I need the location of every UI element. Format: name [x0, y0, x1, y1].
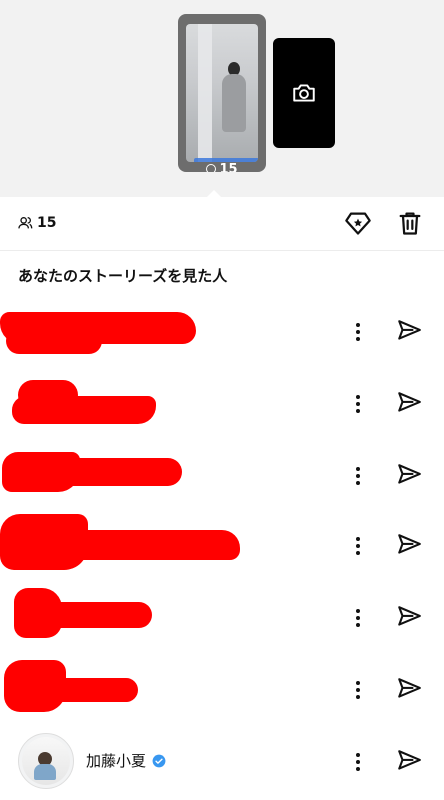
redacted-viewer-name	[60, 530, 240, 560]
viewer-name-text: 加藤小夏	[86, 752, 147, 770]
more-options-button[interactable]	[348, 392, 368, 416]
send-icon[interactable]	[396, 532, 422, 558]
add-story-camera-button[interactable]	[273, 38, 335, 148]
viewer-count[interactable]: 15	[17, 215, 56, 231]
viewer-row[interactable]	[0, 444, 444, 504]
send-icon[interactable]	[396, 604, 422, 630]
redacted-viewer-name	[6, 328, 102, 354]
story-thumbnail[interactable]: 15	[178, 14, 266, 172]
send-icon[interactable]	[396, 462, 422, 488]
viewer-username[interactable]: 加藤小夏	[86, 750, 166, 771]
promote-button[interactable]	[344, 209, 372, 237]
story-preview-strip: 15	[0, 0, 444, 197]
send-icon[interactable]	[396, 318, 422, 344]
more-options-button[interactable]	[348, 678, 368, 702]
delete-button[interactable]	[396, 209, 424, 237]
more-options-button[interactable]	[348, 750, 368, 774]
eye-icon	[206, 164, 217, 172]
trash-icon	[399, 212, 421, 235]
people-icon	[18, 217, 33, 229]
more-options-button[interactable]	[348, 534, 368, 558]
viewer-row[interactable]	[0, 658, 444, 718]
send-icon[interactable]	[396, 676, 422, 702]
viewer-row[interactable]	[0, 300, 444, 360]
viewer-row[interactable]: 加藤小夏	[0, 730, 444, 792]
viewers-section-title: あなたのストーリーズを見た人	[18, 267, 228, 285]
redacted-viewer-name	[40, 602, 152, 628]
camera-icon	[293, 84, 315, 102]
send-icon[interactable]	[396, 390, 422, 416]
send-icon[interactable]	[396, 748, 422, 774]
viewer-row[interactable]	[0, 372, 444, 432]
viewer-row[interactable]	[0, 512, 444, 572]
story-stats-bar: 15	[0, 197, 444, 251]
promote-diamond-icon	[345, 212, 371, 235]
story-view-count: 15	[178, 162, 266, 172]
redacted-viewer-name	[12, 396, 156, 424]
viewer-row[interactable]	[0, 584, 444, 644]
more-options-button[interactable]	[348, 320, 368, 344]
viewer-count-value: 15	[37, 215, 57, 231]
more-options-button[interactable]	[348, 464, 368, 488]
story-photo	[186, 24, 258, 162]
redacted-viewer-name	[38, 678, 138, 702]
verified-badge-icon	[152, 754, 166, 767]
avatar[interactable]	[18, 733, 74, 789]
more-options-button[interactable]	[348, 606, 368, 630]
redacted-viewer-name	[40, 458, 182, 486]
